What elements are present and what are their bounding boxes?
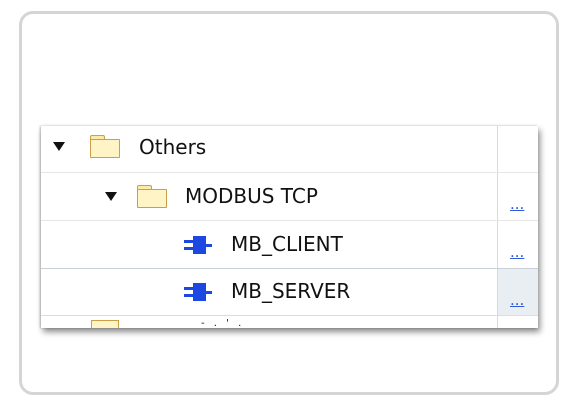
project-tree-panel: Others MODBUS TCP ... MB_CLIENT ... MB_S… <box>41 126 538 328</box>
tree-item-label: MODBUS TCP <box>185 184 318 208</box>
details-link[interactable]: ... <box>510 292 524 308</box>
tree-row-others[interactable]: Others <box>41 126 538 173</box>
tree-row-partial[interactable]: - . ' . <box>41 316 538 328</box>
function-block-icon <box>184 283 212 301</box>
function-block-icon <box>184 236 212 254</box>
tree-row-modbus-tcp[interactable]: MODBUS TCP ... <box>41 174 538 221</box>
tree-item-label: MB_SERVER <box>231 279 351 303</box>
tree-item-label: MB_CLIENT <box>231 232 343 256</box>
expand-arrow-icon[interactable] <box>105 192 117 201</box>
folder-icon <box>91 320 119 328</box>
expand-arrow-icon[interactable] <box>53 142 65 151</box>
tree-item-label: - . ' . <box>201 318 245 328</box>
details-link[interactable]: ... <box>510 196 524 212</box>
tree-item-label: Others <box>139 135 207 159</box>
tree-row-mb-server[interactable]: MB_SERVER ... <box>41 268 538 316</box>
details-link[interactable]: ... <box>510 244 524 260</box>
tree-row-mb-client[interactable]: MB_CLIENT ... <box>41 222 538 269</box>
folder-icon <box>90 135 120 158</box>
folder-icon <box>137 185 167 208</box>
